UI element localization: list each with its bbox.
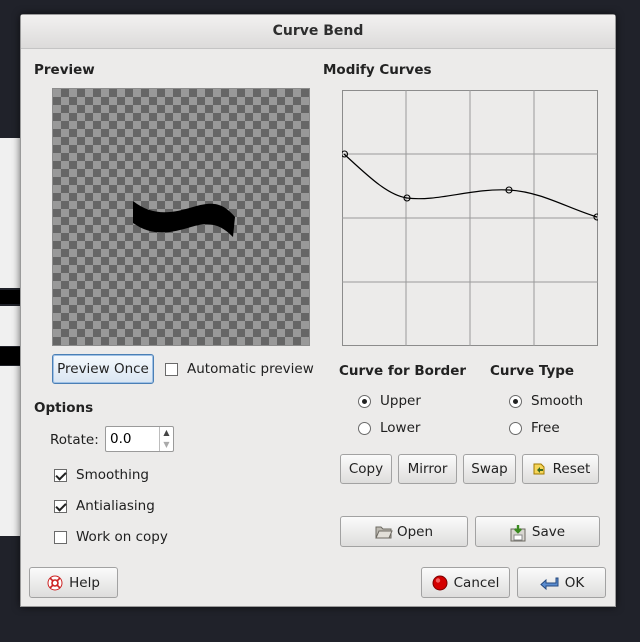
work-on-copy-check[interactable] xyxy=(54,530,67,544)
save-label: Save xyxy=(531,523,566,540)
automatic-preview-checkbox[interactable]: Automatic preview xyxy=(165,361,314,377)
options-section-title: Options xyxy=(34,400,94,416)
preview-once-button[interactable]: Preview Once xyxy=(52,354,154,384)
copy-button[interactable]: Copy xyxy=(340,454,392,484)
help-button[interactable]: Help xyxy=(29,567,118,598)
background-window-fragment xyxy=(0,366,20,536)
background-window-fragment xyxy=(0,290,20,304)
mirror-button[interactable]: Mirror xyxy=(398,454,457,484)
border-upper-radio[interactable]: Upper xyxy=(358,393,421,409)
border-lower-radio[interactable]: Lower xyxy=(358,420,420,436)
automatic-preview-label: Automatic preview xyxy=(187,361,314,377)
curve-bend-dialog: Curve Bend Preview Preview Once Automati… xyxy=(20,14,616,607)
save-button[interactable]: Save xyxy=(475,516,600,547)
work-on-copy-label: Work on copy xyxy=(76,529,168,545)
cancel-label: Cancel xyxy=(453,574,500,591)
rotate-spin-arrows[interactable]: ▲ ▼ xyxy=(159,427,173,451)
cancel-icon xyxy=(432,575,448,591)
background-window-fragment xyxy=(0,347,20,365)
open-button[interactable]: Open xyxy=(340,516,468,547)
reset-icon xyxy=(531,461,547,477)
type-free-radio[interactable]: Free xyxy=(509,420,560,436)
automatic-preview-check[interactable] xyxy=(165,362,178,376)
spin-up-icon[interactable]: ▲ xyxy=(160,427,173,439)
smoothing-checkbox[interactable]: Smoothing xyxy=(54,467,149,483)
free-label: Free xyxy=(531,420,560,436)
rotate-label: Rotate: xyxy=(50,432,99,448)
upper-radio-dot[interactable] xyxy=(358,394,371,408)
curve-for-border-title: Curve for Border xyxy=(339,363,467,379)
modify-curves-section-title: Modify Curves xyxy=(323,62,432,78)
antialiasing-checkbox[interactable]: Antialiasing xyxy=(54,498,155,514)
help-label: Help xyxy=(69,574,100,591)
preview-shape xyxy=(133,201,235,237)
dialog-title[interactable]: Curve Bend xyxy=(21,15,615,49)
background-window-fragment xyxy=(0,306,20,346)
ok-icon xyxy=(539,575,559,591)
rotate-input[interactable] xyxy=(106,427,160,451)
save-icon xyxy=(510,524,526,541)
preview-canvas xyxy=(52,88,310,346)
reset-button[interactable]: Reset xyxy=(522,454,599,484)
curve-type-title: Curve Type xyxy=(490,363,575,379)
smooth-label: Smooth xyxy=(531,393,584,409)
preview-section-title: Preview xyxy=(34,62,95,78)
rotate-spinbutton[interactable]: ▲ ▼ xyxy=(105,426,174,452)
upper-label: Upper xyxy=(380,393,421,409)
swap-button[interactable]: Swap xyxy=(463,454,516,484)
ok-label: OK xyxy=(564,574,585,591)
spin-down-icon[interactable]: ▼ xyxy=(160,439,173,451)
smoothing-check[interactable] xyxy=(54,468,67,482)
background-window-fragment xyxy=(0,138,20,288)
lower-label: Lower xyxy=(380,420,421,436)
lower-radio-dot[interactable] xyxy=(358,421,371,435)
cancel-button[interactable]: Cancel xyxy=(421,567,510,598)
antialiasing-check[interactable] xyxy=(54,499,67,513)
reset-label: Reset xyxy=(552,461,591,477)
smoothing-label: Smoothing xyxy=(76,467,149,483)
smooth-radio-dot[interactable] xyxy=(509,394,522,408)
open-folder-icon xyxy=(375,524,393,540)
free-radio-dot[interactable] xyxy=(509,421,522,435)
type-smooth-radio[interactable]: Smooth xyxy=(509,393,583,409)
antialiasing-label: Antialiasing xyxy=(76,498,155,514)
ok-button[interactable]: OK xyxy=(517,567,606,598)
open-label: Open xyxy=(396,523,434,540)
help-icon xyxy=(47,575,63,591)
work-on-copy-checkbox[interactable]: Work on copy xyxy=(54,529,168,545)
curve-editor[interactable] xyxy=(342,90,598,346)
